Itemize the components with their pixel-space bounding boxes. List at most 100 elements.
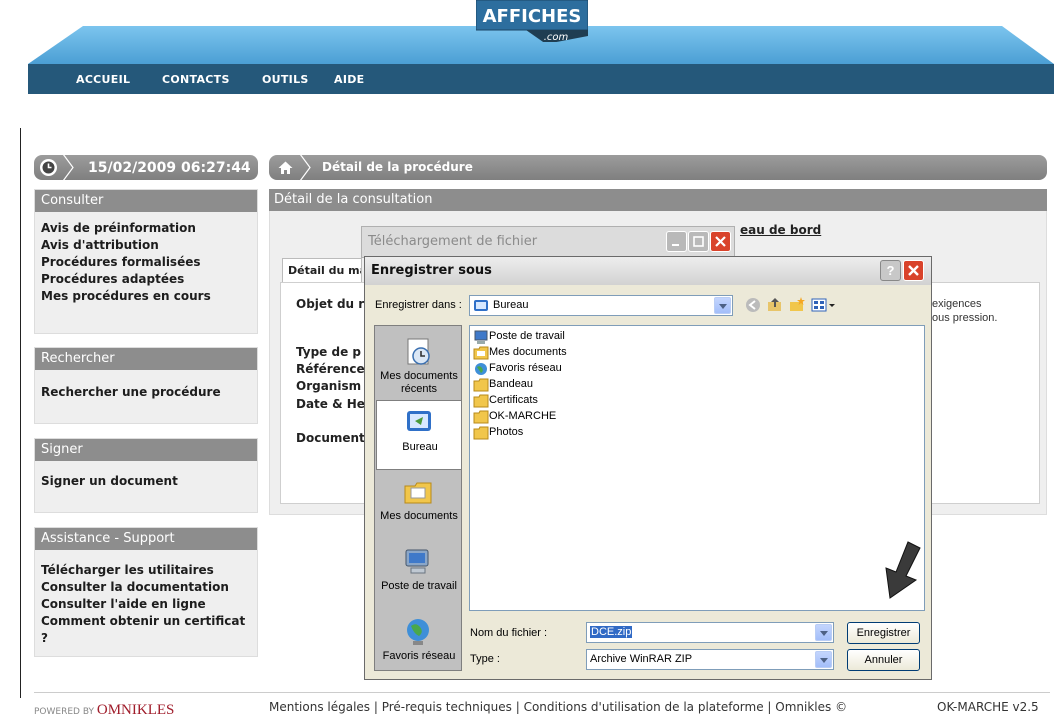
footer-divider	[34, 692, 1050, 693]
site-logo[interactable]: AFFICHES .com	[475, 0, 589, 44]
network-globe-icon	[475, 363, 487, 375]
chevron-separator-icon	[62, 154, 74, 181]
logo-suffix: .com	[544, 32, 569, 42]
desktop-icon	[474, 300, 488, 311]
type-value: Archive WinRAR ZIP	[590, 653, 693, 665]
network-globe-icon	[407, 619, 429, 645]
close-button[interactable]	[710, 231, 731, 252]
chevron-down-icon[interactable]	[714, 297, 731, 314]
save-as-title: Enregistrer sous	[371, 263, 492, 278]
link-procedures-formalisees[interactable]: Procédures formalisées	[41, 254, 251, 271]
panel-consulter: Consulter Avis de préinformation Avis d'…	[34, 189, 258, 334]
file-name: Poste de travail	[489, 330, 565, 342]
label-objet: Objet du r	[296, 297, 365, 311]
place-favoris-reseau[interactable]: Favoris réseau	[376, 610, 462, 680]
label-date-heure: Date & He	[296, 397, 365, 411]
save-in-label: Enregistrer dans :	[375, 299, 462, 311]
place-label: Poste de travail	[381, 580, 457, 592]
folder-icon	[473, 410, 489, 424]
nav-aide[interactable]: AIDE	[334, 73, 364, 86]
filename-value: DCE.zip	[590, 626, 633, 638]
panel-title: Assistance - Support	[35, 528, 257, 550]
place-poste-de-travail[interactable]: Poste de travail	[376, 540, 462, 610]
powered-prefix: POWERED BY	[34, 707, 95, 717]
page-left-border	[20, 128, 21, 698]
folder-icon	[473, 394, 489, 408]
panel-title: Consulter	[35, 190, 257, 212]
panel-signer: Signer Signer un document	[34, 438, 258, 513]
breadcrumb-current: Détail de la procédure	[322, 160, 473, 174]
link-signer-document[interactable]: Signer un document	[41, 473, 251, 490]
minimize-button[interactable]	[666, 231, 687, 252]
label-organisme: Organism	[296, 379, 362, 393]
logo-text: AFFICHES	[483, 6, 582, 27]
computer-icon	[474, 330, 488, 344]
link-avis-attribution[interactable]: Avis d'attribution	[41, 237, 251, 254]
link-consulter-documentation[interactable]: Consulter la documentation	[41, 579, 251, 596]
file-name: Bandeau	[489, 378, 534, 390]
download-dialog: Téléchargement de fichier	[361, 226, 735, 258]
breadcrumb: Détail de la procédure	[269, 154, 1047, 181]
home-icon[interactable]	[277, 159, 294, 176]
nav-outils[interactable]: OUTILS	[262, 73, 309, 86]
footer-links[interactable]: Mentions légales | Pré-requis techniques…	[269, 700, 847, 714]
link-tableau-de-bord[interactable]: eau de bord	[740, 223, 821, 237]
place-bureau[interactable]: Bureau	[376, 400, 462, 470]
file-name: Mes documents	[489, 346, 567, 358]
chevron-down-icon[interactable]	[815, 651, 832, 668]
nav-contacts[interactable]: CONTACTS	[162, 73, 230, 86]
link-telecharger-utilitaires[interactable]: Télécharger les utilitaires	[41, 562, 251, 579]
close-button[interactable]	[903, 260, 924, 281]
filename-label: Nom du fichier :	[470, 627, 548, 639]
save-as-titlebar[interactable]: Enregistrer sous ?	[365, 257, 931, 285]
panel-rechercher: Rechercher Rechercher une procédure	[34, 347, 258, 424]
objet-text-fragment: ous pression.	[932, 312, 998, 324]
place-label: Bureau	[402, 441, 438, 453]
save-in-select[interactable]: Bureau	[469, 295, 733, 316]
tab-detail[interactable]: Détail du ma	[282, 258, 362, 283]
up-folder-icon[interactable]	[767, 297, 783, 313]
documents-folder-icon	[404, 482, 432, 504]
file-name: Certificats	[489, 394, 538, 406]
link-avis-preinformation[interactable]: Avis de préinformation	[41, 220, 251, 237]
new-folder-icon[interactable]	[789, 297, 805, 313]
place-label: Mes documents récents	[380, 370, 458, 395]
link-rechercher-procedure[interactable]: Rechercher une procédure	[41, 384, 251, 401]
cancel-button[interactable]: Annuler	[847, 649, 920, 671]
save-as-dialog: Enregistrer sous ? Enregistrer dans : Bu…	[364, 256, 932, 680]
link-obtenir-certificat[interactable]: Comment obtenir un certificat ?	[41, 613, 251, 647]
file-name: Favoris réseau	[489, 362, 562, 374]
link-aide-en-ligne[interactable]: Consulter l'aide en ligne	[41, 596, 251, 613]
panel-assistance: Assistance - Support Télécharger les uti…	[34, 527, 258, 657]
datetime-text: 15/02/2009 06:27:44	[88, 160, 251, 176]
filename-input[interactable]: DCE.zip	[586, 622, 834, 643]
back-icon[interactable]	[745, 297, 761, 313]
file-list[interactable]: Poste de travail Mes documents Favoris r…	[469, 325, 925, 611]
label-reference: Référence	[296, 362, 365, 376]
place-mes-documents[interactable]: Mes documents	[376, 470, 462, 540]
maximize-button[interactable]	[688, 231, 709, 252]
version-label: OK-MARCHE v2.5	[937, 700, 1039, 714]
label-type: Type de p	[296, 345, 361, 359]
label-documents: Document	[296, 431, 365, 445]
views-menu-icon[interactable]	[811, 297, 837, 313]
link-procedures-adaptees[interactable]: Procédures adaptées	[41, 271, 251, 288]
datetime-bar: 15/02/2009 06:27:44	[34, 154, 258, 181]
desktop-icon	[407, 411, 431, 431]
chevron-separator-icon	[299, 154, 311, 181]
save-in-value: Bureau	[493, 299, 529, 311]
arrow-pointer-icon	[885, 541, 921, 599]
file-name: Photos	[489, 426, 524, 438]
brand-logo[interactable]: OMNIKLES	[97, 702, 175, 718]
places-bar: Mes documents récents Bureau Mes documen…	[374, 325, 462, 671]
nav-accueil[interactable]: ACCUEIL	[76, 73, 130, 86]
link-mes-procedures[interactable]: Mes procédures en cours	[41, 288, 251, 305]
help-button[interactable]: ?	[880, 260, 901, 281]
main-nav: ACCUEIL CONTACTS OUTILS AIDE	[28, 64, 1054, 94]
place-label: Favoris réseau	[382, 650, 456, 662]
folder-icon	[473, 426, 489, 440]
save-button[interactable]: Enregistrer	[847, 622, 920, 644]
place-recent-documents[interactable]: Mes documents récents	[376, 330, 462, 400]
chevron-down-icon[interactable]	[815, 624, 832, 641]
type-select[interactable]: Archive WinRAR ZIP	[586, 649, 834, 670]
